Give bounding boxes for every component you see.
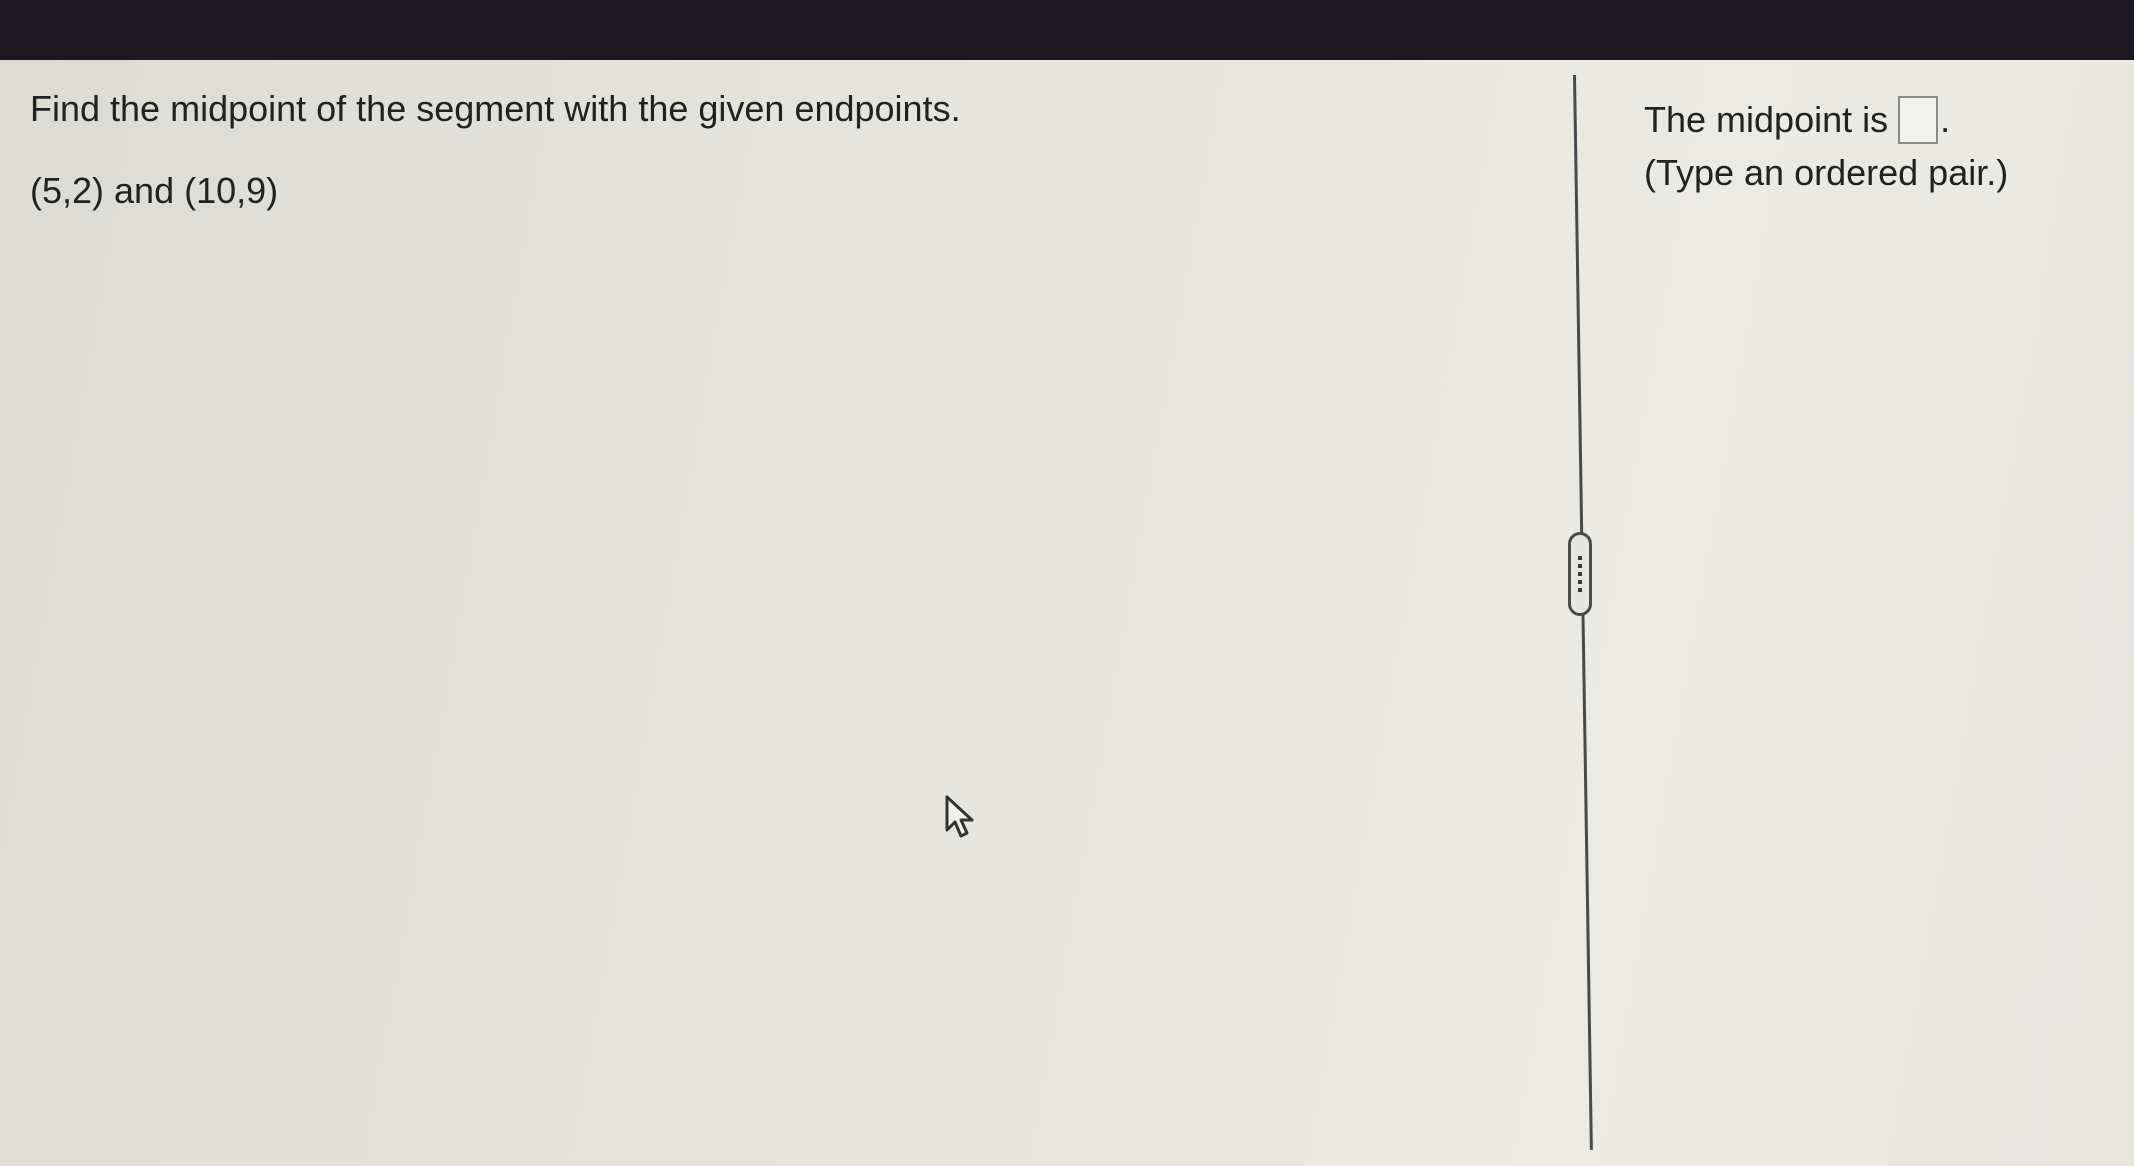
answer-hint: (Type an ordered pair.) — [1644, 152, 2009, 193]
answer-pane: The midpoint is . (Type an ordered pair.… — [1600, 60, 2134, 1166]
top-bar — [0, 0, 2134, 60]
answer-line: The midpoint is . — [1644, 96, 1950, 144]
mouse-pointer-icon — [945, 795, 974, 838]
handle-dot — [1578, 564, 1582, 568]
question-endpoints: (5,2) and (10,9) — [30, 170, 279, 211]
handle-dot — [1578, 572, 1582, 576]
question-prompt: Find the midpoint of the segment with th… — [30, 88, 961, 129]
answer-period: . — [1940, 99, 1951, 140]
drag-handle-icon[interactable] — [1568, 532, 1592, 616]
answer-input-box[interactable] — [1898, 96, 1939, 144]
handle-dot — [1578, 588, 1582, 592]
answer-label: The midpoint is — [1644, 99, 1889, 140]
handle-dot — [1578, 556, 1582, 560]
question-pane — [0, 60, 1565, 1166]
handle-dot — [1578, 580, 1582, 584]
